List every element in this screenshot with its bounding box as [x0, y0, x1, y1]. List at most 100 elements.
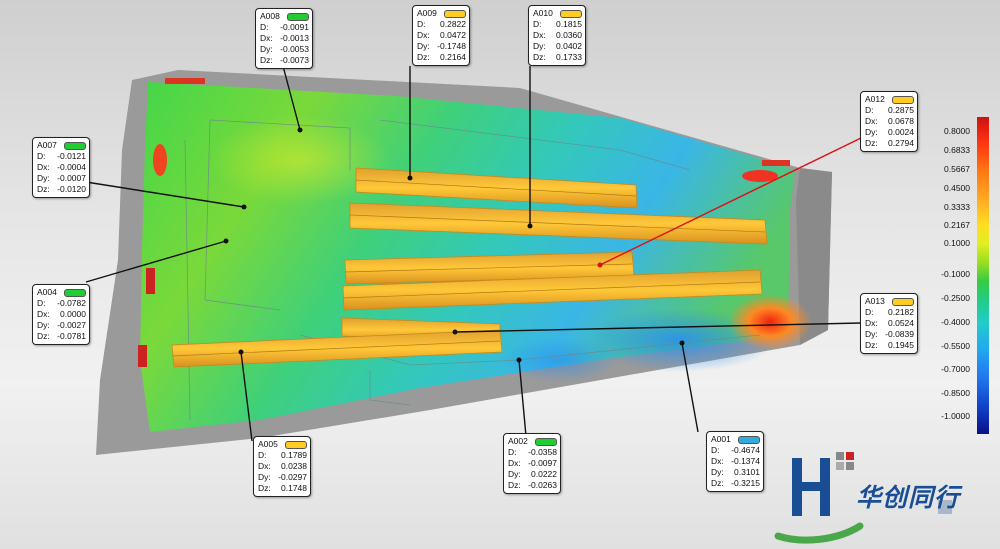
callout-value-dy: 0.3101 — [734, 467, 760, 477]
callout-label-d: D: — [417, 19, 426, 29]
callout-a010: A010 D: 0.1815 Dx: 0.0360 Dy: 0.0402 Dz: 0.1733 — [528, 5, 586, 66]
callout-label-dz: Dz: — [37, 331, 50, 341]
callout-color-swatch — [892, 95, 914, 104]
callout-value-dz: -0.3215 — [731, 478, 760, 488]
callout-label-dz: Dz: — [260, 55, 273, 65]
callout-label-dy: Dy: — [258, 472, 271, 482]
callout-value-dx: 0.0678 — [888, 116, 914, 126]
callout-value-dx: -0.0004 — [57, 162, 86, 172]
callout-value-dy: -0.1748 — [437, 41, 466, 51]
callout-label-dx: Dx: — [865, 318, 878, 328]
callout-value-dy: -0.0839 — [885, 329, 914, 339]
callout-label-dy: Dy: — [37, 173, 50, 183]
callout-value-d: 0.2822 — [440, 19, 466, 29]
callout-color-swatch — [535, 437, 557, 446]
callout-id: A013 — [865, 296, 885, 306]
callout-value-d: 0.2182 — [888, 307, 914, 317]
callout-value-dy: 0.0024 — [888, 127, 914, 137]
callout-value-dx: 0.0524 — [888, 318, 914, 328]
callout-value-d: -0.0091 — [280, 22, 309, 32]
legend-tick: 0.8000 — [944, 126, 970, 136]
callout-value-d: -0.0782 — [57, 298, 86, 308]
legend-tick: 0.5667 — [944, 164, 970, 174]
legend-tick: 0.4500 — [944, 183, 970, 193]
callout-value-dz: -0.0120 — [57, 184, 86, 194]
callout-value-d: -0.0121 — [57, 151, 86, 161]
callout-color-swatch — [560, 9, 582, 18]
legend-tick: 0.3333 — [944, 202, 970, 212]
callout-id: A001 — [711, 434, 731, 444]
legend-tick: -0.1000 — [941, 269, 970, 279]
callout-label-dz: Dz: — [711, 478, 724, 488]
callout-label-dy: Dy: — [533, 41, 546, 51]
legend-tick: -0.5500 — [941, 341, 970, 351]
callout-label-dx: Dx: — [417, 30, 430, 40]
legend-tick: -0.8500 — [941, 388, 970, 398]
callout-value-dx: 0.0238 — [281, 461, 307, 471]
callout-label-dz: Dz: — [533, 52, 546, 62]
callout-value-d: 0.1815 — [556, 19, 582, 29]
callout-label-dx: Dx: — [260, 33, 273, 43]
legend-tick: -0.2500 — [941, 293, 970, 303]
callout-value-dz: -0.0781 — [57, 331, 86, 341]
callout-label-dx: Dx: — [711, 456, 724, 466]
callout-id: A005 — [258, 439, 278, 449]
callout-value-dx: -0.0097 — [528, 458, 557, 468]
callout-label-dx: Dx: — [533, 30, 546, 40]
callout-id: A004 — [37, 287, 57, 297]
callout-label-d: D: — [865, 307, 874, 317]
callout-label-d: D: — [258, 450, 267, 460]
callout-value-d: 0.1789 — [281, 450, 307, 460]
callout-color-swatch — [64, 288, 86, 297]
callout-value-dz: 0.2164 — [440, 52, 466, 62]
callout-label-d: D: — [865, 105, 874, 115]
legend-tick: 0.6833 — [944, 145, 970, 155]
callout-label-dz: Dz: — [417, 52, 430, 62]
callout-value-dy: 0.0222 — [531, 469, 557, 479]
legend-tick: -0.7000 — [941, 364, 970, 374]
callout-value-dz: 0.1733 — [556, 52, 582, 62]
callout-color-swatch — [285, 440, 307, 449]
callout-label-dx: Dx: — [37, 309, 50, 319]
callout-value-dy: -0.0053 — [280, 44, 309, 54]
legend-tick: 0.1000 — [944, 238, 970, 248]
callout-value-dz: -0.0073 — [280, 55, 309, 65]
callout-a009: A009 D: 0.2822 Dx: 0.0472 Dy: -0.1748 Dz: 0.2164 — [412, 5, 470, 66]
callout-a013: A013 D: 0.2182 Dx: 0.0524 Dy: -0.0839 Dz: 0.1945 — [860, 293, 918, 354]
callout-label-d: D: — [533, 19, 542, 29]
callout-label-d: D: — [37, 151, 46, 161]
callout-id: A008 — [260, 11, 280, 21]
callout-label-dy: Dy: — [711, 467, 724, 477]
callout-label-dx: Dx: — [508, 458, 521, 468]
callout-value-dx: 0.0360 — [556, 30, 582, 40]
callout-a008: A008 D: -0.0091 Dx: -0.0013 Dy: -0.0053 Dz: -0.0… — [255, 8, 313, 69]
callout-a012: A012 D: 0.2875 Dx: 0.0678 Dy: 0.0024 Dz: 0.2794 — [860, 91, 918, 152]
callout-value-dx: -0.0013 — [280, 33, 309, 43]
callout-label-dy: Dy: — [508, 469, 521, 479]
deviation-color-map — [85, 65, 989, 544]
callout-id: A007 — [37, 140, 57, 150]
callout-id: A010 — [533, 8, 553, 18]
callout-value-dx: 0.0472 — [440, 30, 466, 40]
callout-id: A009 — [417, 8, 437, 18]
callout-label-d: D: — [508, 447, 517, 457]
callout-label-dy: Dy: — [865, 127, 878, 137]
callout-a001: A001 D: -0.4674 Dx: -0.1374 Dy: 0.3101 Dz: -0.32… — [706, 431, 764, 492]
callout-label-dx: Dx: — [37, 162, 50, 172]
callout-value-d: -0.4674 — [731, 445, 760, 455]
callout-color-swatch — [444, 9, 466, 18]
callout-label-dy: Dy: — [260, 44, 273, 54]
callout-label-d: D: — [711, 445, 720, 455]
legend-color-bar — [977, 117, 989, 434]
callout-label-dz: Dz: — [865, 138, 878, 148]
callout-color-swatch — [287, 12, 309, 21]
callout-value-dy: -0.0297 — [278, 472, 307, 482]
legend-tick: -0.4000 — [941, 317, 970, 327]
callout-value-dx: 0.0000 — [60, 309, 86, 319]
callout-value-dy: -0.0007 — [57, 173, 86, 183]
callout-a007: A007 D: -0.0121 Dx: -0.0004 Dy: -0.0007 Dz: -0.0… — [32, 137, 90, 198]
callout-value-dz: -0.0263 — [528, 480, 557, 490]
callout-label-d: D: — [260, 22, 269, 32]
callout-label-dx: Dx: — [865, 116, 878, 126]
callout-id: A002 — [508, 436, 528, 446]
